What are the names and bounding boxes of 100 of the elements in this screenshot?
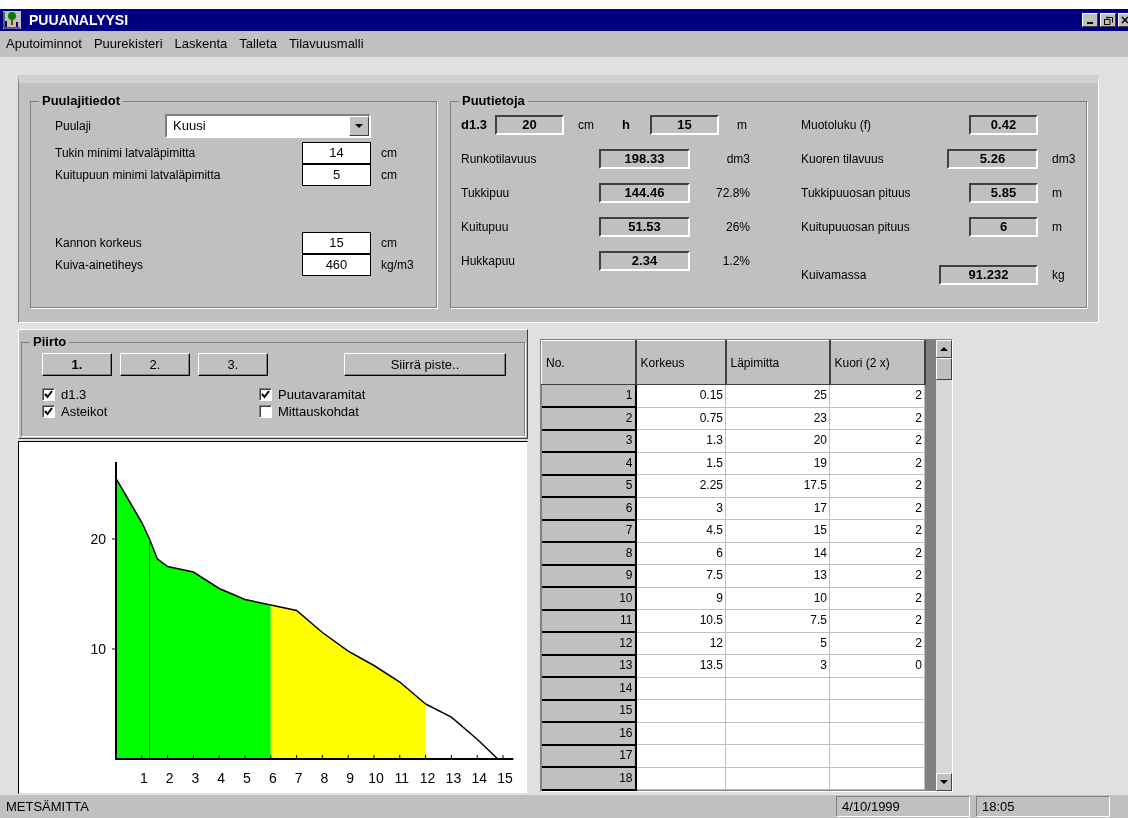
row-header[interactable]: 1 xyxy=(541,384,636,407)
status-date: 4/10/1999 xyxy=(836,795,970,818)
row-header[interactable]: 9 xyxy=(541,564,636,587)
readout-field: 5.85 xyxy=(969,183,1038,203)
unit-label: m xyxy=(737,117,747,134)
unit-label: kg/m3 xyxy=(381,257,414,274)
row-header[interactable]: 6 xyxy=(541,497,636,520)
unit-label: m xyxy=(1052,185,1062,202)
x-tick-label: 14 xyxy=(471,770,487,786)
row-header[interactable]: 8 xyxy=(541,542,636,565)
checkbox[interactable] xyxy=(42,405,55,418)
scroll-thumb[interactable] xyxy=(935,358,952,380)
group-title: Puutietoja xyxy=(459,93,528,109)
row-header[interactable]: 14 xyxy=(541,677,636,700)
unit-label: m xyxy=(1052,219,1062,236)
scroll-up-button[interactable] xyxy=(935,340,952,358)
field-label: Kuitupuun minimi latvaläpimitta xyxy=(55,167,222,184)
checkbox-label: Asteikot xyxy=(61,402,108,421)
checkbox-label: Mittauskohdat xyxy=(278,402,359,421)
x-tick-label: 10 xyxy=(368,770,384,786)
readout-field: 20 xyxy=(495,115,564,135)
checkbox[interactable] xyxy=(259,405,272,418)
column-header[interactable]: Korkeus xyxy=(635,340,726,385)
field-label: Kannon korkeus xyxy=(55,235,143,252)
field-label: Kuoren tilavuus xyxy=(801,151,885,168)
minimize-icon xyxy=(1087,22,1093,24)
unit-label: cm xyxy=(381,145,397,162)
check-icon xyxy=(261,390,270,399)
checkbox[interactable] xyxy=(42,388,55,401)
species-dropdown[interactable]: Kuusi xyxy=(165,114,371,138)
status-text: METSÄMITTA xyxy=(5,797,90,816)
row-header[interactable]: 5 xyxy=(541,474,636,497)
x-tick-label: 12 xyxy=(419,770,436,786)
field-label: Kuitupuu xyxy=(461,219,510,236)
status-time: 18:05 xyxy=(976,795,1110,818)
readout-field: 144.46 xyxy=(599,183,690,203)
row-header[interactable]: 10 xyxy=(541,587,636,610)
down-arrow-icon xyxy=(939,780,948,784)
d13-label: d1.3 xyxy=(461,116,487,135)
scroll-down-button[interactable] xyxy=(935,773,952,791)
dropdown-arrow-icon xyxy=(355,124,363,128)
unit-label: cm xyxy=(578,117,595,134)
row-header[interactable]: 7 xyxy=(541,519,636,542)
unit-label: kg xyxy=(1052,267,1065,284)
row-header[interactable]: 4 xyxy=(541,452,636,475)
unit-label: cm xyxy=(381,235,397,252)
x-tick-label: 13 xyxy=(445,770,462,786)
menu-item[interactable]: Tilavuusmalli xyxy=(288,34,364,54)
menu-item[interactable]: Laskenta xyxy=(174,34,228,54)
restore-button[interactable] xyxy=(1100,13,1116,27)
number-field[interactable]: 460 xyxy=(302,254,371,276)
field-label: Hukkapuu xyxy=(461,253,517,270)
number-field[interactable]: 15 xyxy=(302,232,371,254)
x-tick-label: 6 xyxy=(268,770,277,786)
row-header[interactable]: 12 xyxy=(541,632,636,655)
readout-field: 6 xyxy=(969,217,1038,237)
x-tick-label: 9 xyxy=(346,770,355,786)
column-header[interactable]: No. xyxy=(541,340,636,385)
window-title: PUUANALYYSI xyxy=(29,10,129,30)
readout-field: 51.53 xyxy=(599,217,690,237)
readout-field: 15 xyxy=(650,115,719,135)
readout-field: 91.232 xyxy=(939,265,1038,285)
field-label: Muotoluku (f) xyxy=(801,117,873,134)
view-button[interactable]: 2. xyxy=(120,353,190,376)
readout-field: 5.26 xyxy=(947,149,1038,169)
row-header[interactable]: 13 xyxy=(541,654,636,677)
field-label: Kuivamassa xyxy=(801,267,868,284)
field-label: Tukkipuu xyxy=(461,185,511,202)
unit-label: 1.2% xyxy=(721,253,750,270)
field-label: Kuiva-ainetiheys xyxy=(55,257,145,274)
x-tick-label: 2 xyxy=(165,770,174,786)
row-header[interactable]: 17 xyxy=(541,744,636,767)
checkbox-label: Puutavaramitat xyxy=(278,385,366,404)
unit-label: 26% xyxy=(724,219,750,236)
row-header[interactable]: 15 xyxy=(541,699,636,722)
row-header[interactable]: 18 xyxy=(541,767,636,790)
row-header[interactable]: 11 xyxy=(541,609,636,632)
unit-label: dm3 xyxy=(725,151,750,168)
row-header[interactable]: 16 xyxy=(541,722,636,745)
unit-label: 72.8% xyxy=(714,185,750,202)
h-label: h xyxy=(622,116,631,135)
x-tick-label: 1 xyxy=(139,770,148,786)
number-field[interactable]: 14 xyxy=(302,142,371,164)
readout-field: 0.42 xyxy=(969,115,1038,135)
move-point-button[interactable]: Siirrä piste.. xyxy=(344,353,506,376)
x-tick-label: 7 xyxy=(294,770,303,786)
row-header[interactable]: 3 xyxy=(541,429,636,452)
row-header[interactable]: 2 xyxy=(541,407,636,430)
menu-item[interactable]: Talleta xyxy=(239,34,277,54)
column-header[interactable]: Kuori (2 x) xyxy=(829,340,925,385)
menu-item[interactable]: Puurekisteri xyxy=(93,34,163,54)
view-button[interactable]: 3. xyxy=(198,353,268,376)
menu-item[interactable]: Aputoiminnot xyxy=(6,34,82,54)
view-button[interactable]: 1. xyxy=(42,353,112,376)
number-field[interactable]: 5 xyxy=(302,164,371,186)
field-label: Runkotilavuus xyxy=(461,151,538,168)
checkbox[interactable] xyxy=(259,388,272,401)
unit-label: dm3 xyxy=(1052,151,1076,168)
minimize-button[interactable] xyxy=(1082,13,1098,27)
column-header[interactable]: Läpimitta xyxy=(725,340,830,385)
